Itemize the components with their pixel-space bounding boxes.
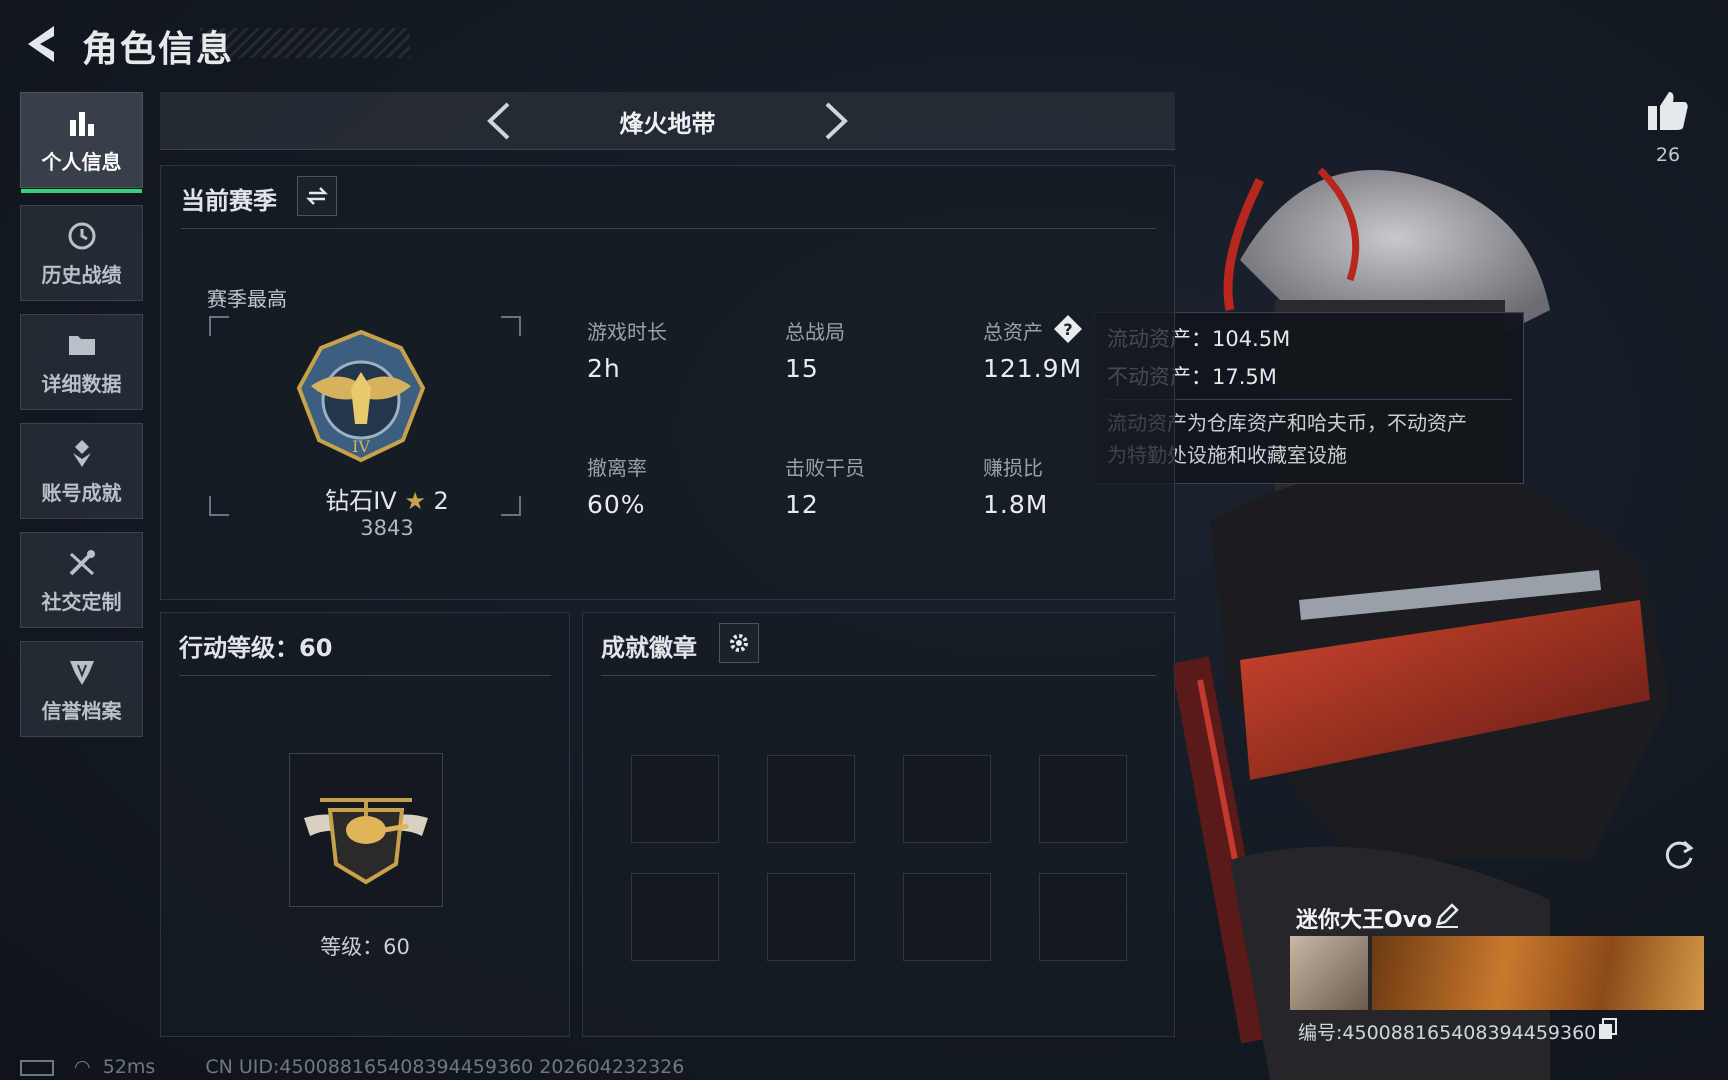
rotate-icon[interactable] bbox=[1660, 836, 1698, 874]
badges-divider bbox=[601, 675, 1156, 676]
stat-value-profit-loss: 1.8M bbox=[983, 490, 1049, 519]
helicopter-emblem-icon bbox=[304, 798, 428, 885]
badge-slot[interactable] bbox=[631, 755, 719, 843]
stat-value-operators-killed: 12 bbox=[785, 490, 819, 519]
sidebar-item-history[interactable]: 历史战绩 bbox=[20, 205, 143, 301]
badges-title: 成就徽章 bbox=[601, 634, 697, 662]
sidebar-item-detailed-data[interactable]: 详细数据 bbox=[20, 314, 143, 410]
sidebar-item-personal-info[interactable]: 个人信息 bbox=[20, 92, 143, 193]
frame-corner bbox=[209, 316, 229, 336]
stat-label-extraction-rate: 撤离率 bbox=[587, 456, 647, 480]
shield-icon bbox=[69, 660, 94, 685]
stat-label-total-matches: 总战局 bbox=[785, 320, 845, 344]
sidebar-item-label: 历史战绩 bbox=[41, 262, 122, 287]
help-icon[interactable]: ? bbox=[1053, 314, 1083, 344]
stat-label-operators-killed: 击败干员 bbox=[785, 456, 865, 480]
rank-points: 3843 bbox=[360, 516, 414, 540]
sidebar-item-label: 账号成就 bbox=[41, 480, 122, 505]
copy-icon[interactable] bbox=[1598, 1018, 1618, 1040]
sidebar-item-label: 信誉档案 bbox=[41, 698, 122, 723]
back-arrow-icon[interactable] bbox=[20, 22, 60, 66]
frame-corner bbox=[501, 496, 521, 516]
season-divider bbox=[181, 228, 1156, 229]
stat-label-profit-loss: 赚损比 bbox=[983, 456, 1043, 480]
rank-star-icon: ★ bbox=[404, 487, 426, 515]
like-count: 26 bbox=[1655, 144, 1681, 166]
bar-chart-icon bbox=[69, 111, 94, 136]
title-decoration bbox=[200, 28, 410, 58]
badge-slot[interactable] bbox=[767, 873, 855, 961]
badge-slot[interactable] bbox=[1039, 755, 1127, 843]
season-title: 当前赛季 bbox=[181, 187, 277, 215]
wifi-icon: ◠ bbox=[74, 1056, 91, 1078]
action-level-emblem-frame bbox=[289, 753, 443, 907]
sidebar-item-label: 个人信息 bbox=[41, 149, 122, 174]
rank-info: 钻石IV ★ 2 bbox=[297, 481, 477, 516]
sidebar-item-reputation[interactable]: 信誉档案 bbox=[20, 641, 143, 737]
stat-label-playtime: 游戏时长 bbox=[587, 320, 667, 344]
thumbs-up-icon[interactable] bbox=[1645, 88, 1691, 134]
player-name: 迷你大王Ovo bbox=[1296, 908, 1433, 933]
rank-stars: 2 bbox=[433, 487, 449, 515]
history-clock-icon bbox=[68, 222, 95, 249]
badge-slot[interactable] bbox=[1039, 873, 1127, 961]
season-switch-button[interactable] bbox=[297, 176, 337, 216]
name-card-banner[interactable] bbox=[1372, 936, 1704, 1010]
mode-switcher: 烽火地带 bbox=[160, 92, 1175, 150]
sidebar-item-label: 社交定制 bbox=[41, 589, 122, 614]
folder-icon bbox=[68, 335, 95, 355]
frame-corner bbox=[501, 316, 521, 336]
badge-slot[interactable] bbox=[903, 873, 991, 961]
status-bar: ◠ 52ms CN UID:450088165408394459360 2026… bbox=[20, 1056, 684, 1078]
stat-value-playtime: 2h bbox=[587, 354, 621, 383]
stat-label-total-assets: 总资产 bbox=[983, 320, 1043, 344]
frame-corner bbox=[209, 496, 229, 516]
season-panel: 当前赛季 赛季最高 IV 钻石IV ★ 2 3843 游戏时长 2h 总战局 1… bbox=[160, 165, 1175, 600]
player-id: 编号:450088165408394459360 bbox=[1298, 1022, 1597, 1044]
action-level-text: 等级：60 bbox=[320, 935, 410, 959]
action-level-panel: 行动等级：60 等级：60 bbox=[160, 612, 570, 1037]
edit-pencil-icon[interactable] bbox=[1434, 902, 1460, 928]
avatar[interactable] bbox=[1290, 936, 1368, 1010]
svg-text:?: ? bbox=[1063, 320, 1072, 339]
badges-settings-button[interactable] bbox=[719, 623, 759, 663]
stat-value-total-matches: 15 bbox=[785, 354, 819, 383]
ping-text: 52ms bbox=[102, 1056, 156, 1078]
sidebar-item-achievements[interactable]: 账号成就 bbox=[20, 423, 143, 519]
battery-icon bbox=[20, 1059, 54, 1076]
uid-text: CN UID:450088165408394459360 20260423232… bbox=[205, 1056, 685, 1078]
mode-title: 烽火地带 bbox=[619, 110, 716, 138]
next-mode-button[interactable] bbox=[815, 100, 855, 142]
svg-text:IV: IV bbox=[352, 437, 370, 456]
season-best-label: 赛季最高 bbox=[207, 287, 287, 311]
stat-value-total-assets: 121.9M bbox=[983, 354, 1083, 383]
gear-icon bbox=[730, 634, 748, 652]
rank-name: 钻石IV bbox=[325, 487, 397, 515]
achievement-badges-panel: 成就徽章 bbox=[582, 612, 1175, 1037]
sidebar-item-label: 详细数据 bbox=[41, 371, 122, 396]
swap-icon bbox=[306, 187, 328, 205]
sidebar-item-social[interactable]: 社交定制 bbox=[20, 532, 143, 628]
badge-slot[interactable] bbox=[903, 755, 991, 843]
action-level-title: 行动等级：60 bbox=[179, 634, 333, 662]
badge-slot[interactable] bbox=[631, 873, 719, 961]
diamond-rank-emblem-icon: IV bbox=[296, 329, 426, 463]
action-level-divider bbox=[179, 675, 551, 676]
stat-value-extraction-rate: 60% bbox=[587, 490, 646, 519]
tools-icon bbox=[69, 549, 95, 575]
achievement-icon bbox=[72, 439, 91, 467]
badge-slot[interactable] bbox=[767, 755, 855, 843]
